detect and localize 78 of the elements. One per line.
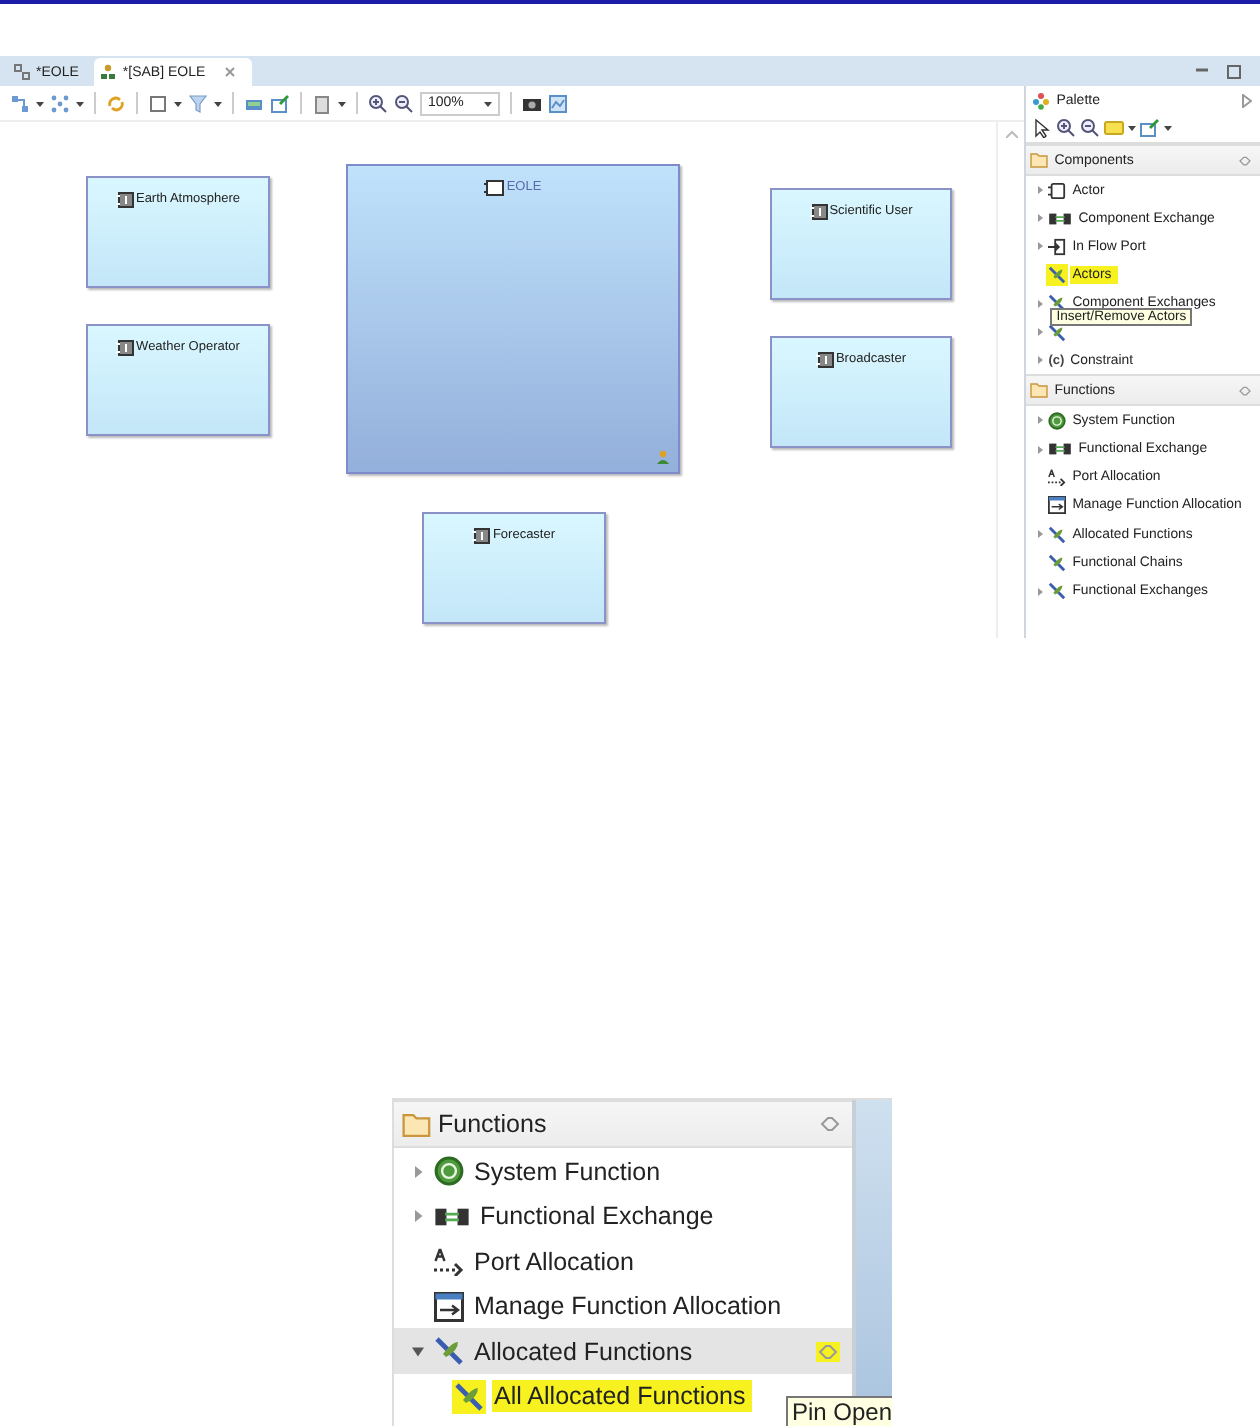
zoom-out-icon[interactable]: [394, 93, 414, 113]
select-icon[interactable]: [148, 93, 168, 113]
palette-drawer[interactable]: Functions: [394, 1100, 852, 1149]
actor-icon: [815, 351, 834, 367]
note-link-icon[interactable]: [1140, 118, 1161, 138]
dropdown-caret-icon[interactable]: [174, 99, 182, 107]
table-icon: [1048, 496, 1067, 515]
zoom-in-icon[interactable]: [1056, 118, 1077, 138]
palette-item[interactable]: System Function: [472, 1155, 667, 1188]
diagram-icon: [14, 64, 30, 80]
close-icon[interactable]: [223, 66, 236, 78]
function-icon: [434, 1156, 464, 1187]
palette-icon: [1032, 91, 1051, 109]
pointer-icon[interactable]: [1032, 118, 1053, 138]
allocation-icon: [434, 1246, 464, 1277]
collapse-palette-icon[interactable]: [1242, 93, 1252, 107]
palette-item[interactable]: Manage Function Allocation: [472, 1290, 788, 1323]
refresh-icon[interactable]: [106, 93, 126, 113]
filter-icon: [1048, 525, 1067, 544]
actor-icon: [115, 191, 134, 207]
collapse-arrow-icon[interactable]: [412, 1345, 424, 1358]
expand-arrow-icon[interactable]: [412, 1165, 424, 1178]
expand-arrow-icon[interactable]: [1035, 214, 1044, 223]
expand-arrow-icon[interactable]: [1035, 242, 1044, 251]
palette-item[interactable]: All Allocated Functions: [492, 1380, 752, 1413]
actor-icon: [809, 203, 828, 219]
dropdown-caret-icon[interactable]: [1164, 124, 1173, 132]
pin-icon[interactable]: [820, 1116, 840, 1133]
folder-icon: [1030, 152, 1051, 168]
port-icon: [1048, 237, 1067, 256]
expand-arrow-icon[interactable]: [1035, 416, 1044, 425]
dropdown-caret-icon[interactable]: [36, 99, 44, 107]
dropdown-caret-icon[interactable]: [484, 99, 492, 107]
pin-icon[interactable]: [1238, 385, 1252, 396]
expand-arrow-icon[interactable]: [1035, 587, 1044, 596]
filter-icon: [434, 1336, 464, 1367]
export-icon[interactable]: [270, 93, 290, 113]
palette-item[interactable]: Functional Exchange: [478, 1200, 720, 1233]
exchange-icon: [1048, 209, 1073, 228]
folder-icon: [402, 1111, 434, 1138]
camera-icon[interactable]: [522, 93, 542, 113]
clipboard-icon[interactable]: [312, 93, 332, 113]
expand-arrow-icon[interactable]: [1035, 299, 1044, 308]
filter-icon: [1048, 582, 1067, 601]
filter-icon: [454, 1381, 484, 1412]
pin-icon[interactable]: [1238, 155, 1252, 165]
dropdown-caret-icon[interactable]: [338, 99, 346, 107]
dropdown-caret-icon[interactable]: [76, 99, 84, 107]
palette-item[interactable]: Allocated Functions: [472, 1335, 699, 1368]
actor-icon: [1048, 181, 1067, 200]
filter-icon: [1048, 553, 1067, 572]
filter-icon: [1048, 266, 1067, 285]
expand-arrow-icon[interactable]: [412, 1210, 424, 1223]
expand-arrow-icon[interactable]: [1035, 328, 1044, 337]
table-icon: [434, 1291, 464, 1322]
allocation-icon: [1048, 468, 1067, 487]
tooltip: Pin Open: [786, 1396, 892, 1426]
scroll-up-icon[interactable]: [1005, 130, 1018, 138]
actor-icon: [472, 527, 491, 543]
expand-arrow-icon[interactable]: [1035, 530, 1044, 539]
zoom-in-icon[interactable]: [368, 93, 388, 113]
expand-arrow-icon[interactable]: [1035, 186, 1044, 195]
architecture-icon: [100, 64, 117, 80]
folder-icon: [1030, 382, 1051, 399]
palette-item[interactable]: Port Allocation: [472, 1245, 640, 1278]
maximize-icon[interactable]: [1224, 61, 1244, 81]
filter-icon: [1048, 323, 1067, 342]
function-icon: [1048, 411, 1067, 430]
expand-arrow-icon[interactable]: [1035, 356, 1044, 365]
filter-icon: [1048, 294, 1067, 313]
zoom-out-icon[interactable]: [1080, 118, 1101, 138]
exchange-icon: [1048, 440, 1073, 459]
dropdown-caret-icon[interactable]: [1128, 124, 1137, 132]
expand-arrow-icon[interactable]: [1035, 445, 1044, 454]
actor-icon: [116, 339, 135, 355]
dropdown-caret-icon[interactable]: [214, 99, 222, 107]
system-icon: [484, 179, 505, 195]
user-icon: [656, 450, 670, 464]
